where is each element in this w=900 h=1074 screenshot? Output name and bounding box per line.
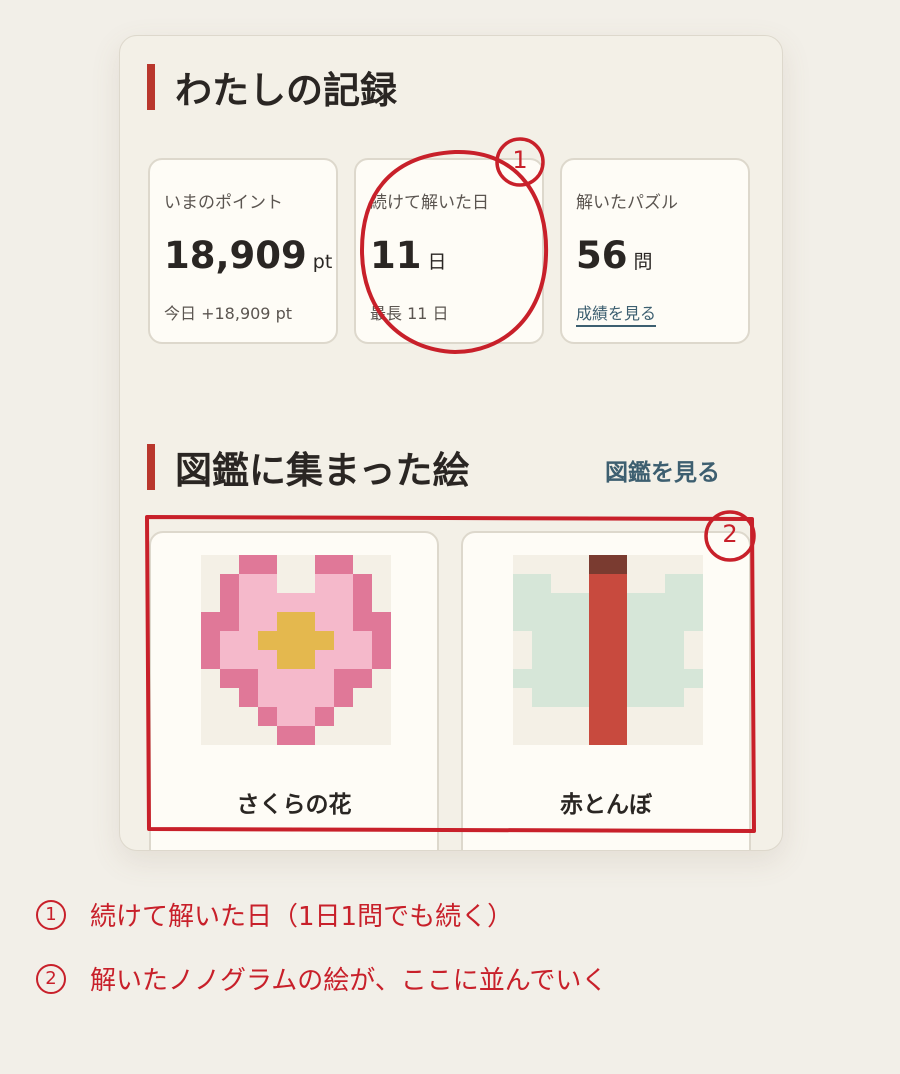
note-text: 解いたノノグラムの絵が、ここに並んでいく <box>90 966 608 996</box>
gallery-item-name: 赤とんぼ <box>560 792 652 818</box>
marker-2-label: 2 <box>722 520 738 548</box>
streak-value-row: 11 日 <box>370 234 447 277</box>
streak-label: 続けて解いた日 <box>370 193 489 213</box>
gallery-item-dragonfly[interactable]: 赤とんぼ <box>461 531 751 850</box>
gallery-item-name: さくらの花 <box>236 792 352 818</box>
solved-unit: 問 <box>633 251 653 273</box>
annotation-note-2: 2 解いたノノグラムの絵が、ここに並んでいく <box>36 960 607 997</box>
records-title: わたしの記録 <box>175 68 397 112</box>
gallery-title: 図鑑に集まった絵 <box>175 448 470 492</box>
view-gallery-link[interactable]: 図鑑を見る <box>605 453 720 487</box>
points-unit: pt <box>312 251 333 273</box>
note-number: 1 <box>36 899 66 930</box>
streak-value: 11 <box>370 234 422 277</box>
gallery-heading: 図鑑に集まった絵 <box>147 443 470 492</box>
records-card: わたしの記録 いまのポイント 18,909 pt 今日 +18,909 pt 続け… <box>119 35 783 851</box>
points-stat-card: いまのポイント 18,909 pt 今日 +18,909 pt <box>148 158 338 344</box>
annotation-note-1: 1 続けて解いた日（1日1問でも続く） <box>36 896 513 933</box>
dragonfly-pixel-icon <box>513 555 703 745</box>
sakura-pixel-icon <box>201 555 391 745</box>
note-number: 2 <box>36 963 66 994</box>
heading-accent-bar <box>147 444 155 490</box>
points-value: 18,909 <box>164 234 307 277</box>
solved-label: 解いたパズル <box>576 193 678 213</box>
view-results-link[interactable]: 成績を見る <box>576 300 657 327</box>
solved-stat-card: 解いたパズル 56 問 成績を見る <box>560 158 750 344</box>
points-today: 今日 +18,909 pt <box>164 304 292 323</box>
streak-stat-card: 続けて解いた日 11 日 最長 11 日 <box>354 158 544 344</box>
gallery-item-sakura[interactable]: さくらの花 <box>149 531 439 850</box>
points-label: いまのポイント <box>164 193 283 213</box>
heading-accent-bar <box>147 64 155 110</box>
streak-unit: 日 <box>427 251 447 273</box>
note-text: 続けて解いた日（1日1問でも続く） <box>90 902 514 932</box>
solved-value-row: 56 問 <box>576 234 653 277</box>
marker-1-label: 1 <box>512 146 528 174</box>
records-heading: わたしの記録 <box>147 63 397 112</box>
solved-value: 56 <box>576 234 628 277</box>
streak-longest: 最長 11 日 <box>370 304 449 323</box>
points-value-row: 18,909 pt <box>164 234 332 277</box>
